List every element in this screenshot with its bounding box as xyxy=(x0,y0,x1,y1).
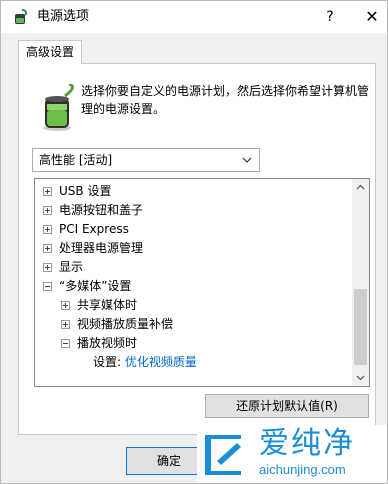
collapse-minus-icon[interactable] xyxy=(43,282,52,291)
description-text: 选择你要自定义的电源计划，然后选择你希望计算机管理的电源设置。 xyxy=(81,84,370,116)
tree-item-label: 显示 xyxy=(59,260,84,274)
tree-item-label: PCI Express xyxy=(59,222,129,236)
expand-plus-icon[interactable] xyxy=(43,206,52,215)
window-title: 电源选项 xyxy=(37,9,90,24)
expand-plus-icon[interactable] xyxy=(43,225,52,234)
expand-plus-icon[interactable] xyxy=(43,187,52,196)
tree-item-label: USB 设置 xyxy=(59,184,112,198)
settings-tree[interactable]: USB 设置 电源按钮和盖子 PCI Express 处理器电源管理 显示 “多… xyxy=(34,178,370,387)
tree-item-setting[interactable]: 设置: 优化视频质量 xyxy=(93,353,197,372)
tree-item-label: 视频播放质量补偿 xyxy=(77,317,174,331)
scrollbar-thumb[interactable] xyxy=(354,289,367,365)
expand-plus-icon[interactable] xyxy=(61,301,70,310)
watermark-brand-text: 爱纯净 xyxy=(259,426,355,461)
watermark-url: aichunjing.com xyxy=(259,462,346,477)
watermark: 爱纯净 aichunjing.com xyxy=(197,425,387,483)
tree-item-label: 共享媒体时 xyxy=(77,298,138,312)
advanced-settings-panel: 选择你要自定义的电源计划，然后选择你希望计算机管理的电源设置。 高性能 [活动]… xyxy=(18,63,376,435)
scroll-up-arrow-icon[interactable] xyxy=(352,179,369,196)
expand-plus-icon[interactable] xyxy=(43,244,52,253)
power-plan-dropdown[interactable]: 高性能 [活动] xyxy=(32,148,260,172)
title-bar[interactable]: 电源选项 ? ✕ xyxy=(1,1,387,33)
battery-plug-icon xyxy=(43,84,74,131)
chevron-down-icon xyxy=(242,157,252,163)
watermark-logo-icon xyxy=(205,435,241,475)
tree-item-label: 电源按钮和盖子 xyxy=(59,203,144,217)
vertical-scrollbar[interactable] xyxy=(352,179,369,386)
restore-defaults-button[interactable]: 还原计划默认值(R) xyxy=(205,394,369,418)
setting-label: 设置: xyxy=(93,355,122,369)
tree-item-label: 处理器电源管理 xyxy=(59,241,144,255)
help-button[interactable]: ? xyxy=(319,7,341,27)
tab-advanced-settings[interactable]: 高级设置 xyxy=(18,40,82,64)
tree-item-label: 播放视频时 xyxy=(77,336,138,350)
power-options-icon xyxy=(15,9,27,24)
close-button[interactable]: ✕ xyxy=(361,7,383,27)
scroll-down-arrow-icon[interactable] xyxy=(352,369,369,386)
setting-value-link[interactable]: 优化视频质量 xyxy=(125,355,197,369)
expand-plus-icon[interactable] xyxy=(61,320,70,329)
collapse-minus-icon[interactable] xyxy=(61,339,70,348)
expand-plus-icon[interactable] xyxy=(43,263,52,272)
power-plan-selected-value: 高性能 [活动] xyxy=(39,153,113,167)
power-options-window: 电源选项 ? ✕ 高级设置 选择你要自定义的电源计划，然后选择你希望计算机管理的… xyxy=(0,0,388,484)
tree-item-label: “多媒体”设置 xyxy=(59,279,132,293)
